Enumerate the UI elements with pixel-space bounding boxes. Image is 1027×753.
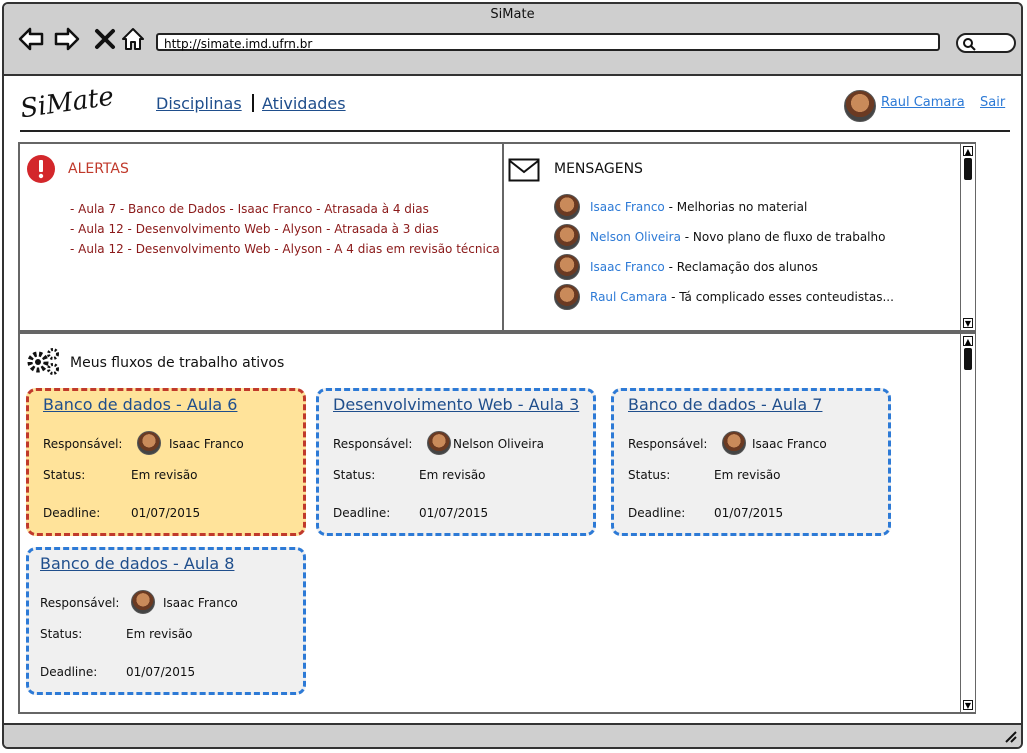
responsible-label: Responsável: (40, 596, 120, 610)
messages-scrollbar[interactable]: ▲ ▼ (960, 144, 975, 330)
forward-icon[interactable] (54, 26, 80, 52)
card-title-link[interactable]: Desenvolvimento Web - Aula 3 (333, 395, 579, 414)
status-label: Status: (43, 468, 86, 482)
card-title-link[interactable]: Banco de dados - Aula 6 (43, 395, 237, 414)
sender-avatar (554, 254, 580, 280)
message-subject: - Reclamação dos alunos (664, 260, 818, 274)
responsible-avatar (722, 431, 746, 455)
scroll-down-arrow[interactable]: ▼ (963, 700, 973, 710)
workflow-card[interactable]: Desenvolvimento Web - Aula 3 Responsável… (316, 388, 596, 536)
browser-search[interactable] (956, 33, 1016, 53)
scroll-thumb[interactable] (964, 348, 972, 370)
responsible-label: Responsável: (333, 437, 413, 451)
workflows-title: Meus fluxos de trabalho ativos (70, 355, 285, 371)
alert-item[interactable]: - Aula 12 - Desenvolvimento Web - Alyson… (70, 222, 439, 236)
alert-icon (27, 155, 55, 183)
back-icon[interactable] (18, 26, 44, 52)
status-value: Em revisão (419, 468, 486, 482)
sender-avatar (554, 224, 580, 250)
sender-name[interactable]: Nelson Oliveira (590, 230, 681, 244)
card-title-link[interactable]: Banco de dados - Aula 7 (628, 395, 822, 414)
responsible-label: Responsável: (628, 437, 708, 451)
card-title-link[interactable]: Banco de dados - Aula 8 (40, 554, 234, 573)
scroll-up-arrow[interactable]: ▲ (963, 336, 973, 346)
responsible-name[interactable]: Isaac Franco (163, 596, 238, 610)
nav-atividades[interactable]: Atividades (262, 94, 346, 113)
logout-link[interactable]: Sair (980, 95, 1005, 110)
close-icon[interactable] (92, 26, 118, 52)
mail-icon (508, 158, 540, 182)
user-avatar[interactable] (844, 90, 876, 122)
scroll-down-arrow[interactable]: ▼ (963, 318, 973, 328)
responsible-avatar (131, 590, 155, 614)
app-logo[interactable]: SiMate (18, 82, 115, 125)
browser-window: SiMate http://simate.imd.ufrn.br SiMate … (2, 2, 1023, 749)
alert-item[interactable]: - Aula 7 - Banco de Dados - Isaac Franco… (70, 202, 429, 216)
status-label: Status: (40, 627, 83, 641)
status-value: Em revisão (131, 468, 198, 482)
responsible-avatar (137, 431, 161, 455)
deadline-label: Deadline: (628, 506, 686, 520)
deadline-value: 01/07/2015 (714, 506, 784, 520)
responsible-name[interactable]: Isaac Franco (169, 437, 244, 451)
sender-name[interactable]: Isaac Franco (590, 260, 665, 274)
message-subject: - Tá complicado esses conteudistas... (667, 290, 894, 304)
search-icon (963, 38, 976, 51)
user-name-link[interactable]: Raul Camara (881, 95, 965, 110)
workflow-card[interactable]: Banco de dados - Aula 7 Responsável: Isa… (611, 388, 891, 536)
deadline-label: Deadline: (43, 506, 101, 520)
window-title: SiMate (490, 7, 535, 22)
gears-icon (27, 348, 59, 375)
message-subject: - Melhorias no material (664, 200, 808, 214)
sender-name[interactable]: Isaac Franco (590, 200, 665, 214)
nav-separator (252, 94, 254, 112)
sender-avatar (554, 284, 580, 310)
deadline-value: 01/07/2015 (419, 506, 489, 520)
address-bar[interactable]: http://simate.imd.ufrn.br (156, 33, 940, 51)
sender-name[interactable]: Raul Camara (590, 290, 667, 304)
scroll-thumb[interactable] (964, 158, 972, 180)
sender-avatar (554, 194, 580, 220)
scroll-up-arrow[interactable]: ▲ (963, 146, 973, 156)
status-label: Status: (333, 468, 376, 482)
message-subject: - Novo plano de fluxo de trabalho (680, 230, 886, 244)
status-value: Em revisão (714, 468, 781, 482)
workflow-card[interactable]: Banco de dados - Aula 6 Responsável: Isa… (26, 388, 306, 536)
responsible-label: Responsável: (43, 437, 123, 451)
alerts-title: ALERTAS (68, 161, 129, 177)
workflows-scrollbar[interactable]: ▲ ▼ (960, 334, 975, 712)
deadline-value: 01/07/2015 (126, 665, 196, 679)
home-icon[interactable] (120, 26, 146, 52)
status-label: Status: (628, 468, 671, 482)
resize-icon[interactable] (1003, 729, 1017, 743)
deadline-value: 01/07/2015 (131, 506, 201, 520)
nav-disciplinas[interactable]: Disciplinas (156, 94, 242, 113)
browser-chrome: SiMate http://simate.imd.ufrn.br (4, 4, 1021, 76)
header-divider (20, 130, 1010, 132)
workflow-card[interactable]: Banco de dados - Aula 8 Responsável: Isa… (26, 547, 306, 695)
responsible-name[interactable]: Isaac Franco (752, 437, 827, 451)
messages-title: MENSAGENS (554, 161, 643, 177)
responsible-name[interactable]: Nelson Oliveira (453, 437, 544, 451)
responsible-avatar (427, 431, 451, 455)
deadline-label: Deadline: (333, 506, 391, 520)
alert-item[interactable]: - Aula 12 - Desenvolvimento Web - Alyson… (70, 242, 500, 256)
deadline-label: Deadline: (40, 665, 98, 679)
status-bar (4, 723, 1021, 747)
status-value: Em revisão (126, 627, 193, 641)
